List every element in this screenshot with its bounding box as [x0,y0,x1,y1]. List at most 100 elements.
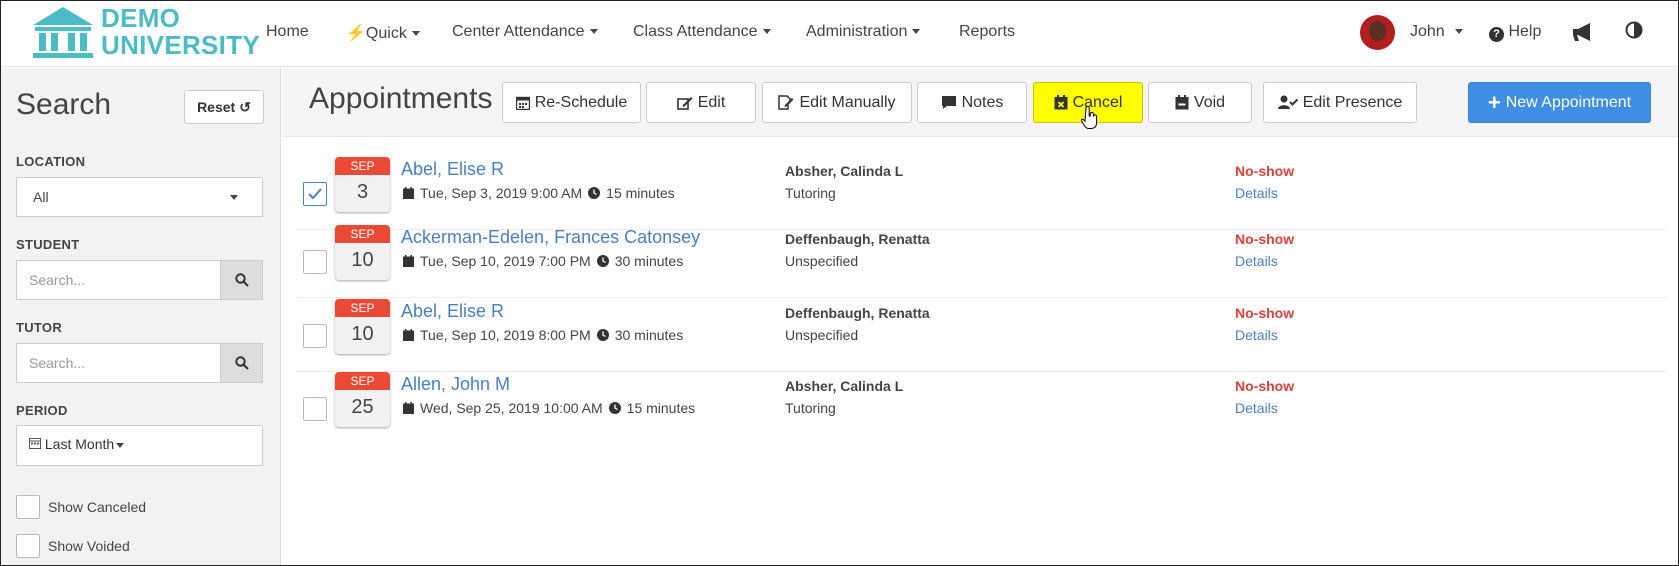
lightning-icon: ⚡ [346,25,366,42]
period-value: Last Month [44,436,115,452]
service-name: Unspecified [785,253,859,269]
edit-manually-button[interactable]: Edit Manually [762,82,912,123]
date-badge-day: 10 [351,323,374,345]
date-badge: SEP 3 [335,157,390,212]
nav-quick[interactable]: ⚡Quick [346,23,420,43]
row-checkbox[interactable] [303,182,327,206]
reset-button[interactable]: Reset ↺ [184,90,264,124]
details-link[interactable]: Details [1235,327,1278,343]
user-check-icon [1277,95,1298,109]
student-name-link[interactable]: Ackerman-Edelen, Frances Catonsey [401,227,700,248]
date-badge-month: SEP [335,372,390,390]
void-label: Void [1193,93,1226,111]
row-checkbox[interactable] [303,397,327,421]
appointment-datetime: Wed, Sep 25, 2019 10:00 AM [420,400,603,416]
chevron-down-icon [116,442,125,448]
row-checkbox[interactable] [303,324,327,348]
void-button[interactable]: Void [1148,82,1252,123]
tutor-name: Deffenbaugh, Renatta [785,231,930,247]
date-badge: SEP 10 [335,225,390,280]
nav-home[interactable]: Home [266,23,309,41]
clock-icon [596,255,609,267]
clock-icon [588,187,601,199]
show-canceled-option[interactable]: Show Canceled [16,495,146,519]
location-select[interactable]: All [16,177,263,217]
help-label: Help [1508,23,1542,40]
appointment-duration: 30 minutes [614,253,684,269]
nav-administration-label: Administration [806,23,908,40]
appointment-duration: 15 minutes [606,185,675,201]
edit-presence-button[interactable]: Edit Presence [1263,82,1417,123]
date-badge-day: 3 [356,181,369,203]
chevron-down-icon [912,29,921,35]
appointment-datetime: Tue, Sep 10, 2019 7:00 PM [420,253,591,269]
avatar[interactable] [1360,15,1395,50]
nav-reports[interactable]: Reports [959,23,1015,41]
student-search-button[interactable] [221,260,263,300]
date-badge-month: SEP [335,299,390,317]
contrast-toggle-icon[interactable] [1625,21,1643,45]
clock-icon [596,329,609,341]
tutor-search-group: Search... [16,343,263,383]
nav-class-attendance[interactable]: Class Attendance [633,23,771,41]
details-link[interactable]: Details [1235,253,1278,269]
brand-logo[interactable]: DEMO UNIVERSITY [29,5,260,61]
tutor-search-button[interactable] [221,343,263,383]
brand-line1: DEMO [101,3,181,33]
student-name-link[interactable]: Abel, Elise R [401,301,504,322]
notes-button[interactable]: Notes [917,82,1027,123]
date-badge-day: 10 [351,249,374,271]
nav-center-attendance[interactable]: Center Attendance [452,23,598,41]
student-search-group: Search... [16,260,263,300]
status-badge: No-show [1235,305,1295,321]
appointments-toolbar: Appointments Re-Schedule Edit Edit Manua… [282,68,1678,137]
period-label: PERIOD [16,403,68,418]
tutor-name: Deffenbaugh, Renatta [785,305,930,321]
app-window: DEMO UNIVERSITY Home ⚡Quick Center Atten… [0,0,1679,566]
edit-button[interactable]: Edit [646,82,756,123]
period-select[interactable]: Last Month [16,425,263,466]
brand-line2: UNIVERSITY [101,30,261,60]
tutor-search-input[interactable]: Search... [16,343,221,383]
details-link[interactable]: Details [1235,185,1278,201]
show-canceled-checkbox[interactable] [16,495,40,519]
reschedule-button[interactable]: Re-Schedule [502,82,641,123]
calendar-icon [403,187,414,199]
list-item[interactable]: SEP 10 Abel, Elise R Tue, Sep 10, 2019 8… [297,299,1667,372]
date-badge-day: 25 [351,396,374,418]
appointment-time: Tue, Sep 10, 2019 8:00 PM 30 minutes [403,327,683,343]
calendar-times-icon [1054,95,1068,110]
appointment-datetime: Tue, Sep 10, 2019 8:00 PM [420,327,591,343]
user-menu[interactable]: John [1410,23,1463,41]
notes-label: Notes [961,93,1004,111]
details-link[interactable]: Details [1235,400,1278,416]
chevron-down-icon [589,29,598,35]
plus-icon: + [1487,89,1501,115]
nav-reports-label: Reports [959,23,1016,40]
row-checkbox[interactable] [303,250,327,274]
show-voided-checkbox[interactable] [16,534,40,558]
list-item[interactable]: SEP 25 Allen, John M Wed, Sep 25, 2019 1… [297,372,1667,445]
new-appointment-button[interactable]: + New Appointment [1468,82,1651,123]
appointment-datetime: Tue, Sep 3, 2019 9:00 AM [420,185,583,201]
search-icon [234,273,249,287]
student-name-link[interactable]: Allen, John M [401,374,510,395]
list-item[interactable]: SEP 3 Abel, Elise R Tue, Sep 3, 2019 9:0… [297,157,1667,230]
show-voided-option[interactable]: Show Voided [16,534,130,558]
tutor-label: TUTOR [16,320,63,335]
hand-pointer-cursor-icon [1081,106,1098,129]
nav-administration[interactable]: Administration [806,23,921,41]
help-link[interactable]: ? Help [1489,23,1541,42]
list-item[interactable]: SEP 10 Ackerman-Edelen, Frances Catonsey… [297,225,1667,298]
search-sidebar: Search Reset ↺ LOCATION All STUDENT Sear… [1,68,281,565]
date-badge-month: SEP [335,157,390,175]
nav-center-attendance-label: Center Attendance [452,23,585,40]
student-search-input[interactable]: Search... [16,260,221,300]
show-voided-label: Show Voided [48,538,130,554]
student-name-link[interactable]: Abel, Elise R [401,159,504,180]
date-badge: SEP 10 [335,299,390,354]
date-badge: SEP 25 [335,372,390,427]
appointment-time: Tue, Sep 3, 2019 9:00 AM 15 minutes [403,185,675,201]
calendar-minus-icon [1175,95,1189,110]
announcement-megaphone-icon[interactable] [1571,21,1597,49]
